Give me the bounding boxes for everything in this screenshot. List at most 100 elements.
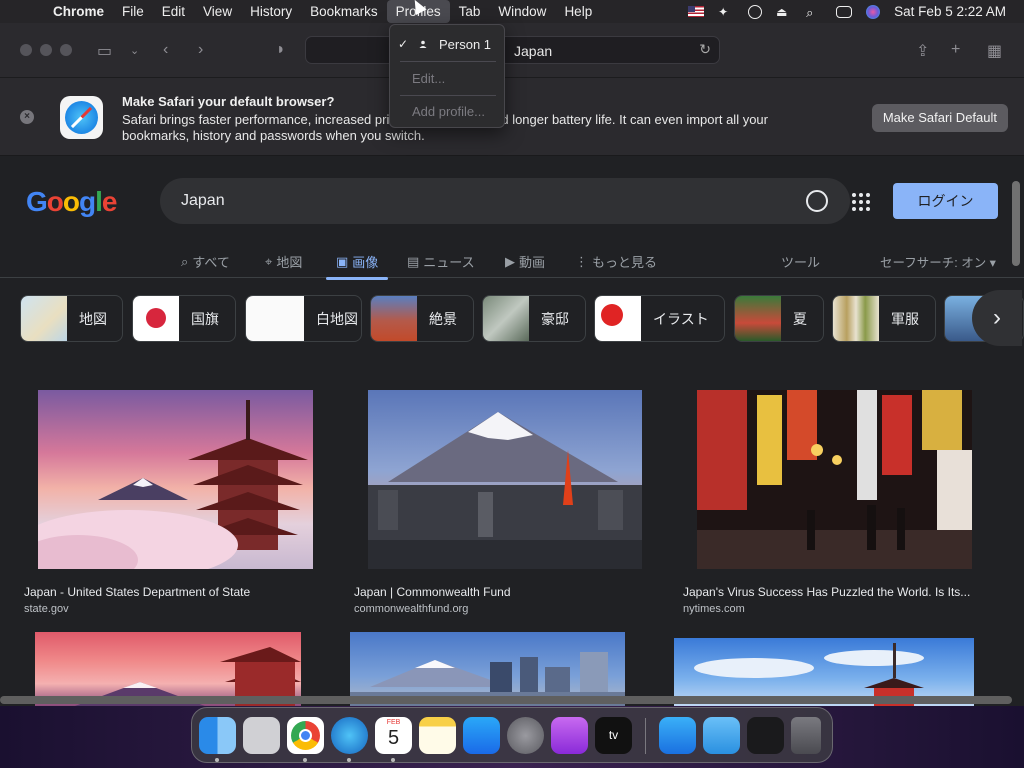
tab-overview-icon[interactable]: ▦: [987, 41, 1002, 61]
sidebar-icon[interactable]: ▭: [97, 41, 112, 61]
downloads-folder-icon[interactable]: [703, 717, 740, 754]
profiles-menu: ✓ Person 1 Edit... Add profile...: [389, 24, 505, 128]
vertical-scrollbar[interactable]: [1012, 181, 1020, 266]
zoom-window-button[interactable]: [60, 44, 72, 56]
flag-icon[interactable]: [688, 6, 705, 17]
result-title[interactable]: Japan | Commonwealth Fund: [354, 585, 654, 599]
apps-grid-icon[interactable]: [852, 193, 870, 211]
lens-icon[interactable]: [806, 190, 828, 212]
result-source[interactable]: nytimes.com: [683, 603, 745, 615]
minimize-window-button[interactable]: [40, 44, 52, 56]
tv-icon[interactable]: tv: [595, 717, 632, 754]
chevron-down-icon[interactable]: ⌄: [130, 44, 139, 57]
podcasts-icon[interactable]: [551, 717, 588, 754]
safari-icon[interactable]: [331, 717, 368, 754]
forward-icon[interactable]: ›: [198, 41, 203, 59]
menu-view[interactable]: View: [194, 0, 241, 23]
new-tab-icon[interactable]: +: [951, 41, 960, 59]
result-source[interactable]: commonwealthfund.org: [354, 603, 468, 615]
tab-all[interactable]: ⌕ すべて: [181, 252, 230, 271]
back-icon[interactable]: ‹: [163, 41, 168, 59]
siri-icon[interactable]: [866, 4, 881, 19]
chip-label: 夏: [793, 310, 807, 327]
recent-items-icon[interactable]: [747, 717, 784, 754]
chip-summer[interactable]: 夏: [734, 295, 824, 342]
launchpad-icon[interactable]: [243, 717, 280, 754]
login-button[interactable]: ログイン: [893, 183, 998, 219]
chip-illustration[interactable]: イラスト: [594, 295, 725, 342]
tab-images[interactable]: ▣ 画像: [325, 252, 389, 280]
result-title[interactable]: Japan - United States Department of Stat…: [24, 585, 324, 599]
result-thumbnail[interactable]: [35, 632, 301, 706]
calendar-icon[interactable]: FEB 5: [375, 717, 412, 754]
chevron-right-icon[interactable]: ›: [972, 290, 1022, 346]
result-thumbnail[interactable]: [368, 390, 642, 569]
chip-blank-map[interactable]: 白地図: [245, 295, 362, 342]
search-box[interactable]: Japan: [160, 178, 850, 224]
app-store-icon[interactable]: [463, 717, 500, 754]
trash-icon[interactable]: [791, 717, 821, 754]
chrome-icon[interactable]: [287, 717, 324, 754]
menu-tab[interactable]: Tab: [450, 0, 490, 23]
chip-thumbnail: [133, 296, 179, 341]
calendar-day: 5: [387, 727, 400, 749]
horizontal-scrollbar[interactable]: [0, 696, 1012, 704]
eject-icon[interactable]: ⏏: [776, 5, 792, 19]
share-icon[interactable]: ⇪: [916, 41, 929, 61]
menu-app-name[interactable]: Chrome: [44, 0, 113, 23]
result-source[interactable]: state.gov: [24, 603, 69, 615]
menu-file[interactable]: File: [113, 0, 153, 23]
close-banner-button[interactable]: ×: [20, 110, 34, 124]
news-icon: ▤: [407, 253, 420, 269]
chip-mansion[interactable]: 豪邸: [482, 295, 586, 342]
chip-flag[interactable]: 国旗: [132, 295, 236, 342]
tools-button[interactable]: ツール: [781, 252, 820, 271]
menu-window[interactable]: Window: [489, 0, 555, 23]
menu-separator: [400, 61, 496, 62]
tab-maps[interactable]: ⌖ 地図: [265, 252, 302, 271]
app-store-folder-icon[interactable]: [659, 717, 696, 754]
safesearch-toggle[interactable]: セーフサーチ: オン ▾: [880, 252, 996, 271]
notes-icon[interactable]: [419, 717, 456, 754]
google-logo[interactable]: Google: [26, 186, 117, 218]
spotlight-icon[interactable]: ⌕: [806, 5, 822, 20]
tab-videos[interactable]: ▶ 動画: [505, 252, 545, 271]
profile-person-1[interactable]: ✓ Person 1: [390, 34, 506, 56]
reload-icon[interactable]: ↻: [699, 41, 711, 58]
menu-history[interactable]: History: [241, 0, 301, 23]
result-title[interactable]: Japan's Virus Success Has Puzzled the Wo…: [683, 585, 985, 599]
tab-news[interactable]: ▤ ニュース: [407, 252, 475, 271]
running-indicator: [215, 758, 219, 762]
chip-map[interactable]: 地図: [20, 295, 123, 342]
menu-help[interactable]: Help: [555, 0, 601, 23]
result-thumbnail[interactable]: [350, 632, 625, 706]
menu-item-label: Add profile...: [412, 104, 485, 119]
menu-bookmarks[interactable]: Bookmarks: [301, 0, 387, 23]
tab-more[interactable]: ⋮ もっと見る: [575, 252, 657, 271]
wifi-icon[interactable]: ✦: [718, 5, 734, 19]
tab-label: ニュース: [423, 255, 475, 270]
pagoda-sunset-image: [75, 647, 301, 706]
system-preferences-icon[interactable]: [507, 717, 544, 754]
checkmark-icon: ✓: [398, 37, 409, 51]
address-bar[interactable]: Japan ↻: [305, 36, 720, 64]
search-input[interactable]: Japan: [181, 192, 225, 210]
user-icon[interactable]: [748, 4, 763, 19]
osaka-street-image: [697, 390, 972, 569]
result-thumbnail[interactable]: [697, 390, 972, 569]
fuji-tokyo-tower-image: [368, 412, 642, 569]
chip-military-uniform[interactable]: 軍服: [832, 295, 936, 342]
address-text: Japan: [514, 43, 553, 59]
make-default-button[interactable]: Make Safari Default: [871, 104, 1008, 132]
toolbar: ▭ ⌄ ‹ › ◗ Japan ↻ ⇪ + ▦: [0, 23, 1024, 78]
control-center-icon[interactable]: [836, 5, 853, 18]
image-icon: ▣: [336, 253, 349, 269]
menu-edit[interactable]: Edit: [153, 0, 194, 23]
chip-scenery[interactable]: 絶景: [370, 295, 474, 342]
close-window-button[interactable]: [20, 44, 32, 56]
running-indicator: [391, 758, 395, 762]
result-thumbnail[interactable]: [38, 390, 313, 569]
shield-icon[interactable]: ◗: [276, 41, 286, 59]
finder-icon[interactable]: [199, 717, 236, 754]
menubar-clock[interactable]: Sat Feb 5 2:22 AM: [894, 4, 1006, 19]
